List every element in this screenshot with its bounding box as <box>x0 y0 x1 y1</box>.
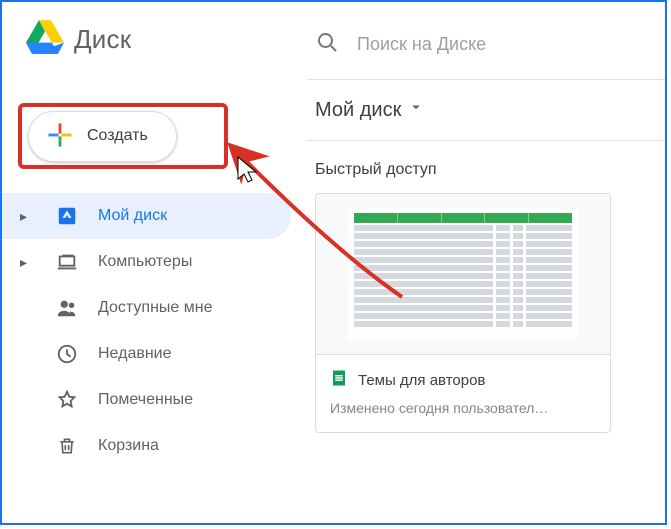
search-placeholder: Поиск на Диске <box>357 34 486 55</box>
sidebar-item-shared[interactable]: Доступные мне <box>2 285 291 331</box>
chevron-down-icon <box>407 98 425 122</box>
trash-icon <box>54 435 80 457</box>
nav-list: ▸ Мой диск ▸ Компьютеры Доступные мне <box>2 193 307 469</box>
sidebar-item-starred[interactable]: Помеченные <box>2 377 291 423</box>
sheets-icon <box>330 369 348 392</box>
sidebar-item-label: Помеченные <box>98 391 193 409</box>
create-button-label: Создать <box>87 127 148 145</box>
sidebar-item-my-drive[interactable]: ▸ Мой диск <box>2 193 291 239</box>
create-button[interactable]: Создать <box>28 111 177 162</box>
my-drive-icon <box>54 205 80 227</box>
recent-icon <box>54 343 80 365</box>
sidebar-item-label: Корзина <box>98 437 159 455</box>
sidebar-item-trash[interactable]: Корзина <box>2 423 291 469</box>
card-thumbnail <box>316 194 610 354</box>
card-subtitle: Изменено сегодня пользовател… <box>330 400 596 416</box>
sidebar-item-label: Доступные мне <box>98 299 213 317</box>
sidebar-item-label: Компьютеры <box>98 253 192 271</box>
main-panel: Поиск на Диске Мой диск Быстрый доступ <box>307 2 665 523</box>
card-meta: Темы для авторов Изменено сегодня пользо… <box>316 354 610 432</box>
quick-access-heading: Быстрый доступ <box>307 141 665 193</box>
brand-row: Диск <box>2 20 307 59</box>
shared-icon <box>54 297 80 319</box>
expand-arrow-icon[interactable]: ▸ <box>20 208 36 225</box>
expand-arrow-icon[interactable]: ▸ <box>20 254 36 271</box>
computers-icon <box>54 251 80 273</box>
card-title: Темы для авторов <box>358 372 485 389</box>
sidebar-item-label: Мой диск <box>98 207 167 225</box>
create-highlight-box: Создать <box>18 103 228 169</box>
sidebar-item-label: Недавние <box>98 345 172 363</box>
drive-logo-icon <box>26 20 64 59</box>
star-icon <box>54 389 80 411</box>
sidebar-item-recent[interactable]: Недавние <box>2 331 291 377</box>
sidebar: Диск Создать ▸ <box>2 2 307 523</box>
app-window: Диск Создать ▸ <box>0 0 667 525</box>
brand-title: Диск <box>74 24 131 55</box>
search-icon <box>315 30 339 59</box>
sheet-header-icon <box>354 213 572 223</box>
search-bar[interactable]: Поиск на Диске <box>307 18 665 80</box>
current-folder-dropdown[interactable]: Мой диск <box>307 80 665 141</box>
quick-access-card[interactable]: Темы для авторов Изменено сегодня пользо… <box>315 193 611 433</box>
sidebar-item-computers[interactable]: ▸ Компьютеры <box>2 239 291 285</box>
current-folder-label: Мой диск <box>315 99 401 122</box>
plus-icon <box>47 122 73 151</box>
